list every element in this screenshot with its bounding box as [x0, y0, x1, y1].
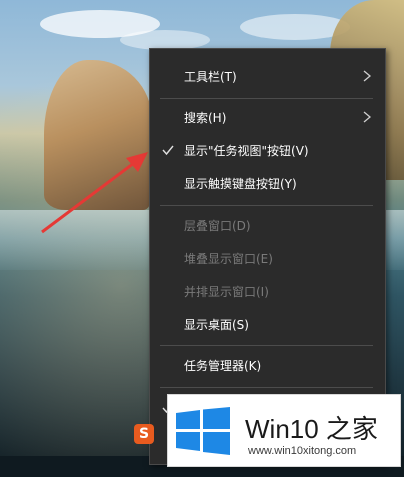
menu-item-label: 显示桌面(S) [184, 317, 249, 332]
sea-rock [44, 60, 152, 210]
menu-separator [160, 205, 373, 206]
menu-item-show-task-view[interactable]: 显示"任务视图"按钮(V) [150, 135, 385, 165]
menu-item-search[interactable]: 搜索(H) [150, 102, 385, 132]
menu-item-task-manager[interactable]: 任务管理器(K) [150, 350, 385, 380]
menu-item-cascade-windows[interactable]: 层叠窗口(D) [150, 210, 385, 240]
menu-separator [160, 345, 373, 346]
cloud [120, 30, 210, 50]
menu-item-show-touch-keyboard[interactable]: 显示触摸键盘按钮(Y) [150, 168, 385, 198]
watermark-url: www.win10xitong.com [248, 445, 357, 457]
sogou-icon[interactable]: S [134, 424, 154, 444]
menu-item-side-by-side[interactable]: 并排显示窗口(I) [150, 276, 385, 306]
menu-item-label: 搜索(H) [184, 110, 227, 125]
windows-logo-icon [176, 407, 230, 455]
menu-item-label: 并排显示窗口(I) [184, 284, 269, 299]
menu-item-label: 层叠窗口(D) [184, 218, 251, 233]
menu-item-label: 工具栏(T) [184, 69, 237, 84]
watermark-title: Win10 之家 [245, 414, 378, 444]
win10-watermark: Win10 之家 www.win10xitong.com [167, 394, 401, 467]
menu-item-stack-windows[interactable]: 堆叠显示窗口(E) [150, 243, 385, 273]
menu-item-label: 任务管理器(K) [184, 358, 262, 373]
menu-separator [160, 387, 373, 388]
menu-item-toolbars[interactable]: 工具栏(T) [150, 61, 385, 91]
menu-separator [160, 98, 373, 99]
chevron-right-icon [363, 111, 372, 123]
chevron-right-icon [363, 70, 372, 82]
checkmark-icon [162, 145, 174, 156]
menu-item-show-desktop[interactable]: 显示桌面(S) [150, 309, 385, 339]
menu-item-label: 显示"任务视图"按钮(V) [184, 143, 309, 158]
menu-item-label: 堆叠显示窗口(E) [184, 251, 273, 266]
menu-item-label: 显示触摸键盘按钮(Y) [184, 176, 297, 191]
